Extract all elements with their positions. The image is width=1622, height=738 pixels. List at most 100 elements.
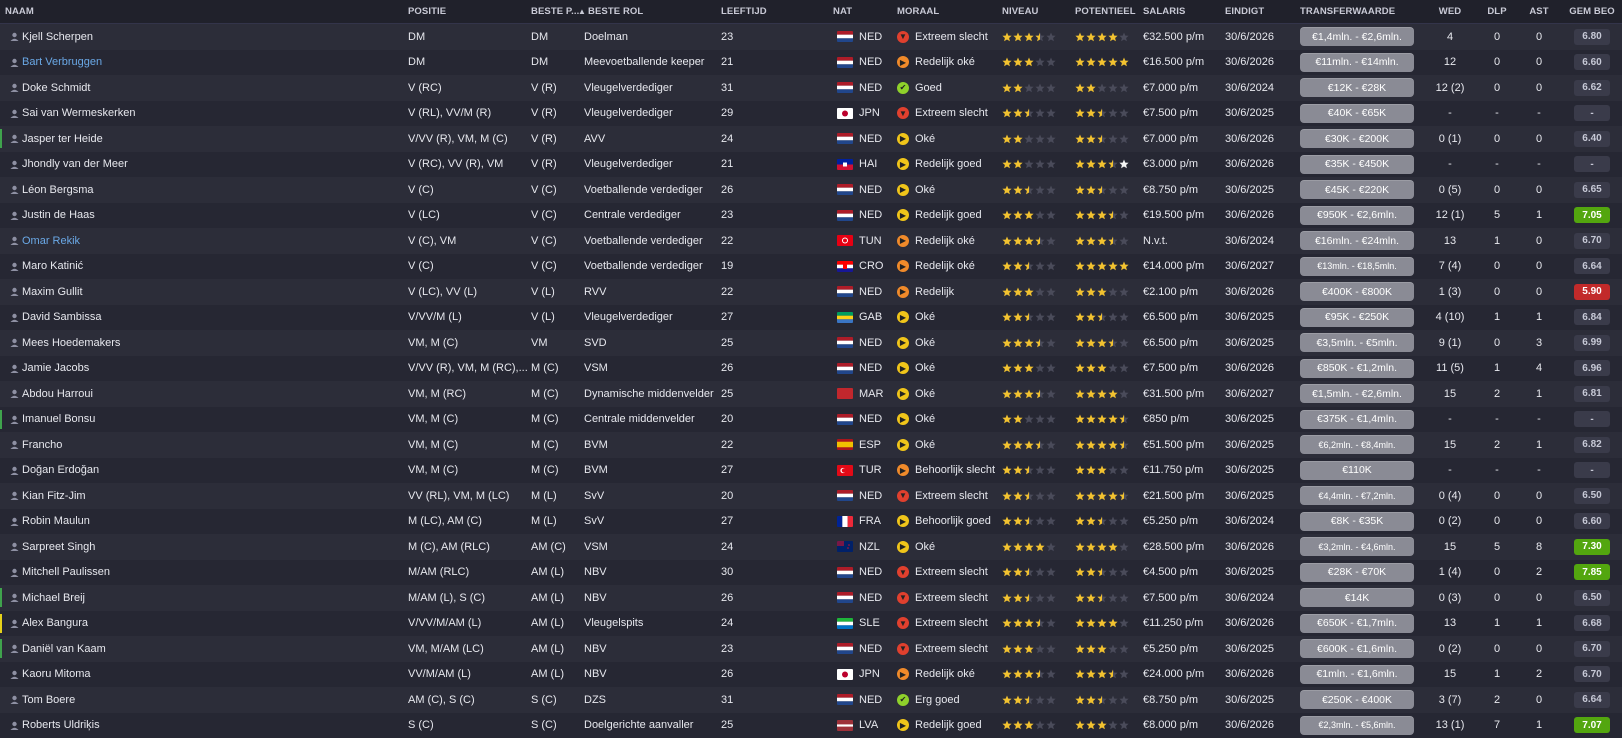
player-name[interactable]: Imanuel Bonsu: [22, 407, 402, 433]
player-morale[interactable]: ▼ Extreem slecht: [897, 101, 997, 127]
player-name[interactable]: Michael Breij: [22, 585, 402, 611]
player-name[interactable]: Doke Schmidt: [22, 75, 402, 101]
player-morale[interactable]: ▶ Redelijk oké: [897, 228, 997, 254]
table-row[interactable]: Sarpreet Singh M (C), AM (RLC) AM (C) VSM 24…: [0, 534, 1622, 560]
player-morale[interactable]: ▼ Extreem slecht: [897, 24, 997, 50]
player-name[interactable]: Mitchell Paulissen: [22, 560, 402, 586]
player-transfer-value[interactable]: €35K - €450K: [1300, 152, 1420, 178]
player-morale[interactable]: ▶ Redelijk oké: [897, 662, 997, 688]
player-transfer-value[interactable]: €2,3mln. - €5,6mln.: [1300, 713, 1420, 738]
transfer-value-pill[interactable]: €35K - €450K: [1300, 154, 1414, 174]
player-name[interactable]: Maxim Gullit: [22, 279, 402, 305]
transfer-value-pill[interactable]: €14K: [1300, 588, 1414, 608]
table-row[interactable]: David Sambissa V/VV/M (L) V (L) Vleugelverd…: [0, 304, 1622, 331]
col-header-transferwaarde[interactable]: TRANSFERWAARDE: [1300, 0, 1420, 23]
transfer-value-pill[interactable]: €40K - €65K: [1300, 103, 1414, 123]
player-name[interactable]: Kaoru Mitoma: [22, 662, 402, 688]
transfer-value-pill[interactable]: €2,3mln. - €5,6mln.: [1300, 715, 1414, 735]
transfer-value-pill[interactable]: €12K - €28K: [1300, 78, 1414, 98]
player-morale[interactable]: ▶ Oké: [897, 534, 997, 560]
player-name[interactable]: Kjell Scherpen: [22, 24, 402, 50]
player-transfer-value[interactable]: €250K - €400K: [1300, 687, 1420, 713]
player-name[interactable]: Kian Fitz-Jim: [22, 483, 402, 509]
player-morale[interactable]: ▶ Redelijk: [897, 279, 997, 305]
transfer-value-pill[interactable]: €6,2mln. - €8,4mln.: [1300, 435, 1414, 455]
player-name[interactable]: Robin Maulun: [22, 509, 402, 535]
table-row[interactable]: Justin de Haas V (LC) V (C) Centrale verded…: [0, 202, 1622, 229]
player-transfer-value[interactable]: €400K - €800K: [1300, 279, 1420, 305]
transfer-value-pill[interactable]: €28K - €70K: [1300, 562, 1414, 582]
player-morale[interactable]: ▶ Oké: [897, 305, 997, 331]
player-name[interactable]: Tom Boere: [22, 687, 402, 713]
table-row[interactable]: Kian Fitz-Jim VV (RL), VM, M (LC) M (L) SvV…: [0, 483, 1622, 509]
player-morale[interactable]: ▶ Redelijk oké: [897, 254, 997, 280]
table-row[interactable]: Maxim Gullit V (LC), VV (L) V (L) RVV 22 NED ▶…: [0, 279, 1622, 305]
player-name[interactable]: Sai van Wermeskerken: [22, 101, 402, 127]
player-morale[interactable]: ✔ Erg goed: [897, 687, 997, 713]
table-row[interactable]: Jhondly van der Meer V (RC), VV (R), VM V …: [0, 151, 1622, 178]
transfer-value-pill[interactable]: €950K - €2,6mln.: [1300, 205, 1414, 225]
transfer-value-pill[interactable]: €11mln. - €14mln.: [1300, 52, 1414, 72]
transfer-value-pill[interactable]: €110K: [1300, 460, 1414, 480]
table-row[interactable]: Omar Rekik V (C), VM V (C) Voetballende ver…: [0, 228, 1622, 254]
transfer-value-pill[interactable]: €8K - €35K: [1300, 511, 1414, 531]
table-row[interactable]: Maro Katinić V (C) V (C) Voetballende verde…: [0, 253, 1622, 280]
player-transfer-value[interactable]: €375K - €1,4mln.: [1300, 407, 1420, 433]
transfer-value-pill[interactable]: €13mln. - €18,5mln.: [1300, 256, 1414, 276]
table-row[interactable]: Daniël van Kaam VM, M/AM (LC) AM (L) NBV 23 N…: [0, 636, 1622, 662]
player-name[interactable]: Bart Verbruggen: [22, 50, 402, 76]
table-row[interactable]: Mitchell Paulissen M/AM (RLC) AM (L) NBV 30 N…: [0, 559, 1622, 586]
player-transfer-value[interactable]: €110K: [1300, 458, 1420, 484]
col-header-nat[interactable]: NAT: [833, 0, 893, 23]
transfer-value-pill[interactable]: €400K - €800K: [1300, 282, 1414, 302]
player-transfer-value[interactable]: €30K - €200K: [1300, 126, 1420, 152]
table-row[interactable]: Jasper ter Heide V/VV (R), VM, M (C) V (R)…: [0, 126, 1622, 152]
player-morale[interactable]: ▶ Behoorlijk goed: [897, 509, 997, 535]
player-name[interactable]: Alex Bangura: [22, 611, 402, 637]
player-morale[interactable]: ▶ Redelijk goed: [897, 713, 997, 738]
player-name[interactable]: Léon Bergsma: [22, 177, 402, 203]
player-transfer-value[interactable]: €40K - €65K: [1300, 101, 1420, 127]
player-transfer-value[interactable]: €14K: [1300, 585, 1420, 611]
player-transfer-value[interactable]: €3,5mln. - €5mln.: [1300, 330, 1420, 356]
table-row[interactable]: Sai van Wermeskerken V (RL), VV/M (R) V (R…: [0, 100, 1622, 127]
table-row[interactable]: Francho VM, M (C) M (C) BVM 22 ESP ▶ Oké €51.500…: [0, 432, 1622, 458]
player-name[interactable]: Jhondly van der Meer: [22, 152, 402, 178]
player-transfer-value[interactable]: €1mln. - €1,6mln.: [1300, 662, 1420, 688]
player-morale[interactable]: ▶ Redelijk goed: [897, 203, 997, 229]
player-name[interactable]: Jasper ter Heide: [22, 126, 402, 152]
player-transfer-value[interactable]: €650K - €1,7mln.: [1300, 611, 1420, 637]
player-transfer-value[interactable]: €16mln. - €24mln.: [1300, 228, 1420, 254]
table-row[interactable]: Jamie Jacobs V/VV (R), VM, M (RC),... M (C…: [0, 355, 1622, 381]
col-header-positie[interactable]: POSITIE: [408, 0, 528, 23]
player-name[interactable]: Daniël van Kaam: [22, 636, 402, 662]
player-name[interactable]: Omar Rekik: [22, 228, 402, 254]
player-name[interactable]: Doğan Erdoğan: [22, 458, 402, 484]
transfer-value-pill[interactable]: €1mln. - €1,6mln.: [1300, 664, 1414, 684]
player-transfer-value[interactable]: €11mln. - €14mln.: [1300, 50, 1420, 76]
transfer-value-pill[interactable]: €95K - €250K: [1300, 307, 1414, 327]
player-morale[interactable]: ▶ Redelijk goed: [897, 152, 997, 178]
transfer-value-pill[interactable]: €650K - €1,7mln.: [1300, 613, 1414, 633]
table-row[interactable]: Tom Boere AM (C), S (C) S (C) DZS 31 NED ✔ Erg …: [0, 687, 1622, 713]
transfer-value-pill[interactable]: €1,5mln. - €2,6mln.: [1300, 384, 1414, 404]
col-header-gem-beo[interactable]: GEM BEO: [1563, 0, 1621, 23]
player-morale[interactable]: ▶ Oké: [897, 407, 997, 433]
player-morale[interactable]: ▼ Extreem slecht: [897, 483, 997, 509]
transfer-value-pill[interactable]: €16mln. - €24mln.: [1300, 231, 1414, 251]
player-morale[interactable]: ▶ Redelijk oké: [897, 50, 997, 76]
player-transfer-value[interactable]: €28K - €70K: [1300, 560, 1420, 586]
transfer-value-pill[interactable]: €3,2mln. - €4,6mln.: [1300, 537, 1414, 557]
player-morale[interactable]: ▶ Oké: [897, 330, 997, 356]
table-row[interactable]: Doğan Erdoğan VM, M (C) M (C) BVM 27 TUR ▶ Beho…: [0, 457, 1622, 484]
table-row[interactable]: Imanuel Bonsu VM, M (C) M (C) Centrale midd…: [0, 406, 1622, 433]
player-transfer-value[interactable]: €1,4mln. - €2,6mln.: [1300, 24, 1420, 50]
table-row[interactable]: Robin Maulun M (LC), AM (C) M (L) SvV 27 FRA ▶…: [0, 508, 1622, 535]
table-row[interactable]: Alex Bangura V/VV/M/AM (L) AM (L) Vleugelsp…: [0, 610, 1622, 637]
table-row[interactable]: Roberts Uldriķis S (C) S (C) Doelgerichte a…: [0, 712, 1622, 738]
player-name[interactable]: Maro Katinić: [22, 254, 402, 280]
player-transfer-value[interactable]: €950K - €2,6mln.: [1300, 203, 1420, 229]
col-header-niveau[interactable]: NIVEAU: [1002, 0, 1070, 23]
col-header-eindigt[interactable]: EINDIGT: [1225, 0, 1295, 23]
player-transfer-value[interactable]: €45K - €220K: [1300, 177, 1420, 203]
